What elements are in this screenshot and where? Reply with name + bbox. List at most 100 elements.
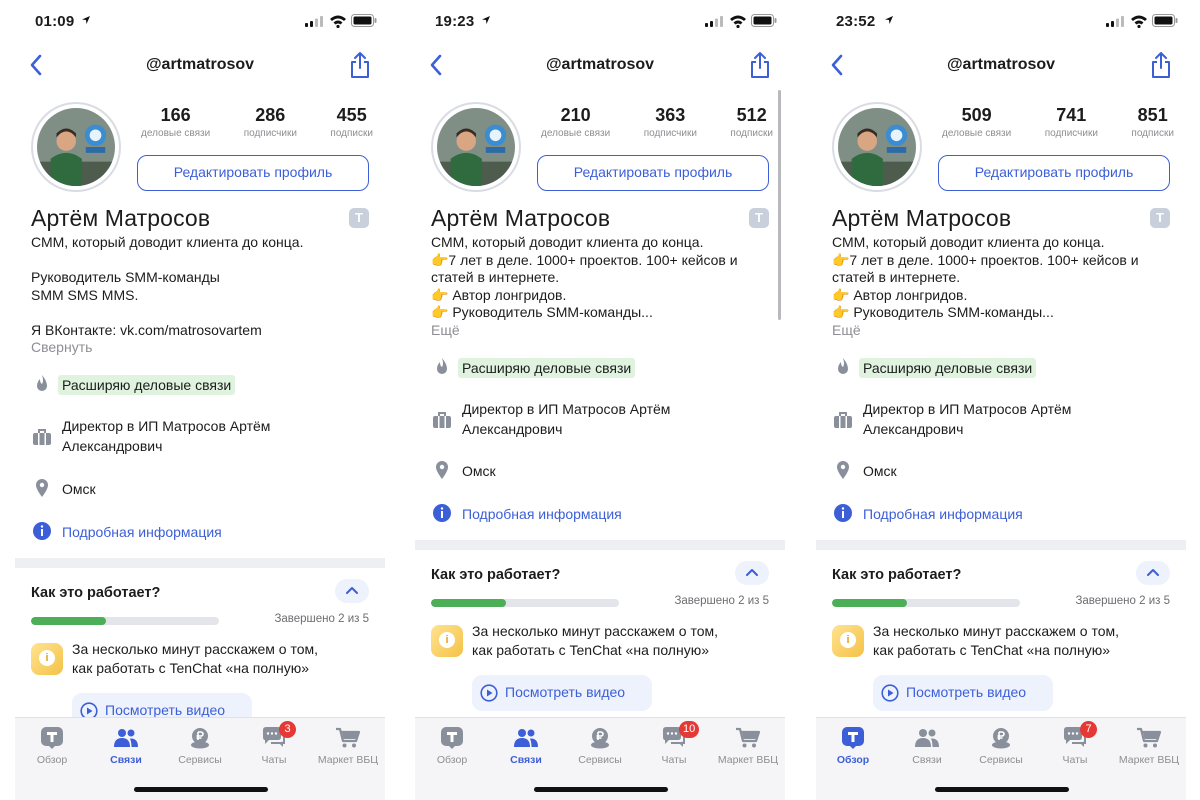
phone-screen-1: 01:09 @artmatrosov 166 деловые связи 286 п…	[15, 0, 385, 800]
profile-bio: СММ, который доводит клиента до конца. Р…	[31, 234, 376, 357]
more-info-link[interactable]: Подробная информация	[462, 504, 622, 524]
home-indicator[interactable]	[534, 787, 668, 792]
people-icon	[514, 729, 538, 747]
people-icon	[114, 729, 138, 747]
home-indicator[interactable]	[935, 787, 1069, 792]
tab-connections[interactable]: Связи	[890, 726, 964, 766]
avatar[interactable]	[31, 102, 121, 192]
stat-following[interactable]: 851 подписки	[1131, 104, 1174, 141]
location-pin-icon	[36, 479, 48, 497]
bio-collapse-link[interactable]: Свернуть	[31, 339, 376, 357]
collapse-chevron-icon[interactable]	[1136, 561, 1170, 585]
city-row: Омск	[431, 459, 776, 481]
onboarding-progress-bar	[431, 599, 619, 607]
tab-overview[interactable]: Обзор	[15, 726, 89, 766]
cellular-signal-icon	[305, 16, 323, 27]
share-icon[interactable]	[349, 51, 371, 79]
tab-market[interactable]: Маркет ВБЦ	[711, 726, 785, 766]
stat-connections[interactable]: 166 деловые связи	[141, 104, 210, 141]
profile-name: Артём Матросов	[31, 205, 211, 231]
stat-following[interactable]: 455 подписки	[330, 104, 373, 141]
networking-status-tag: Расширяю деловые связи	[458, 358, 636, 378]
info-icon	[834, 504, 852, 522]
tenchat-badge-icon[interactable]: T	[749, 208, 769, 228]
tab-services[interactable]: Сервисы	[563, 726, 637, 766]
city-text: Омск	[62, 481, 96, 497]
profile-handle-title: @artmatrosov	[946, 56, 1056, 73]
watch-video-label: Посмотреть видео	[906, 684, 1027, 700]
tab-connections[interactable]: Связи	[89, 726, 163, 766]
job-title: Директор в ИП Матросов Артём Александрови…	[62, 418, 271, 454]
collapse-chevron-icon[interactable]	[735, 561, 769, 585]
watch-video-button[interactable]: Посмотреть видео	[472, 675, 652, 711]
navigation-bar: @artmatrosov	[816, 44, 1186, 88]
scrollbar[interactable]	[778, 90, 781, 320]
edit-profile-button[interactable]: Редактировать профиль	[137, 155, 369, 191]
tip-info-icon: i	[832, 625, 864, 657]
location-pin-icon	[436, 461, 448, 479]
tab-chats[interactable]: 7 Чаты	[1038, 721, 1112, 766]
section-divider	[415, 540, 785, 550]
more-info-link[interactable]: Подробная информация	[62, 522, 222, 542]
more-info-row[interactable]: Подробная информация	[31, 520, 376, 542]
tip-info-icon: i	[431, 625, 463, 657]
chats-unread-badge: 3	[279, 721, 296, 738]
cart-icon	[336, 727, 361, 748]
stat-connections[interactable]: 210 деловые связи	[541, 104, 610, 141]
flame-icon	[37, 375, 47, 391]
tenchat-badge-icon[interactable]: T	[1150, 208, 1170, 228]
avatar-photo	[437, 108, 515, 186]
stat-followers[interactable]: 363 подписчики	[644, 104, 697, 141]
profile-handle-title: @artmatrosov	[545, 56, 655, 73]
more-info-link[interactable]: Подробная информация	[863, 504, 1023, 524]
tenchat-logo-icon	[41, 727, 63, 749]
tenchat-logo-icon	[441, 727, 463, 749]
networking-status-row: Расширяю деловые связи	[832, 356, 1177, 378]
tab-services[interactable]: Сервисы	[964, 726, 1038, 766]
bio-line	[31, 304, 376, 322]
stat-followers[interactable]: 286 подписчики	[244, 104, 297, 141]
tip-text: За несколько минут расскажем о том, как р…	[72, 641, 318, 676]
flame-icon	[838, 358, 848, 374]
bio-line: СММ, который доводит клиента до конца.	[31, 234, 304, 250]
tab-market[interactable]: Маркет ВБЦ	[311, 726, 385, 766]
share-icon[interactable]	[1150, 51, 1172, 79]
tab-connections[interactable]: Связи	[489, 726, 563, 766]
collapse-chevron-icon[interactable]	[335, 579, 369, 603]
stat-followers[interactable]: 741 подписчики	[1045, 104, 1098, 141]
edit-profile-button[interactable]: Редактировать профиль	[537, 155, 769, 191]
tab-chats[interactable]: 10 Чаты	[637, 721, 711, 766]
avatar[interactable]	[431, 102, 521, 192]
profile-stats: 509 деловые связи 741 подписчики 851 подпис…	[942, 104, 1174, 141]
status-bar: 23:52	[816, 0, 1186, 44]
bio-line: SMM SMS MMS.	[31, 286, 139, 303]
how-it-works-title: Как это работает?	[31, 585, 161, 601]
avatar[interactable]	[832, 102, 922, 192]
bio-line: СММ, который доводит клиента до конца.	[832, 234, 1105, 250]
bio-more-link[interactable]: Ещё	[832, 322, 1177, 340]
edit-profile-button[interactable]: Редактировать профиль	[938, 155, 1170, 191]
section-divider	[816, 540, 1186, 550]
navigation-bar: @artmatrosov	[15, 44, 385, 88]
section-divider	[15, 558, 385, 568]
tenchat-badge-icon[interactable]: T	[349, 208, 369, 228]
tab-overview[interactable]: Обзор	[816, 726, 890, 766]
stat-following[interactable]: 512 подписки	[730, 104, 773, 141]
bio-more-link[interactable]: Ещё	[431, 322, 776, 340]
share-icon[interactable]	[749, 51, 771, 79]
tab-overview[interactable]: Обзор	[415, 726, 489, 766]
progress-fill	[832, 599, 908, 607]
tab-chats[interactable]: 3 Чаты	[237, 721, 311, 766]
bio-line: 👉 Автор лонгридов.	[431, 286, 567, 303]
more-info-row[interactable]: Подробная информация	[431, 502, 776, 524]
tab-services[interactable]: Сервисы	[163, 726, 237, 766]
more-info-row[interactable]: Подробная информация	[832, 502, 1177, 524]
progress-fill	[31, 617, 107, 625]
ruble-coin-icon	[191, 728, 209, 749]
home-indicator[interactable]	[134, 787, 268, 792]
bio-line: 👉 Автор лонгридов.	[832, 286, 968, 303]
tip-text: За несколько минут расскажем о том, как р…	[472, 623, 718, 658]
watch-video-button[interactable]: Посмотреть видео	[873, 675, 1053, 711]
stat-connections[interactable]: 509 деловые связи	[942, 104, 1011, 141]
tab-market[interactable]: Маркет ВБЦ	[1112, 726, 1186, 766]
